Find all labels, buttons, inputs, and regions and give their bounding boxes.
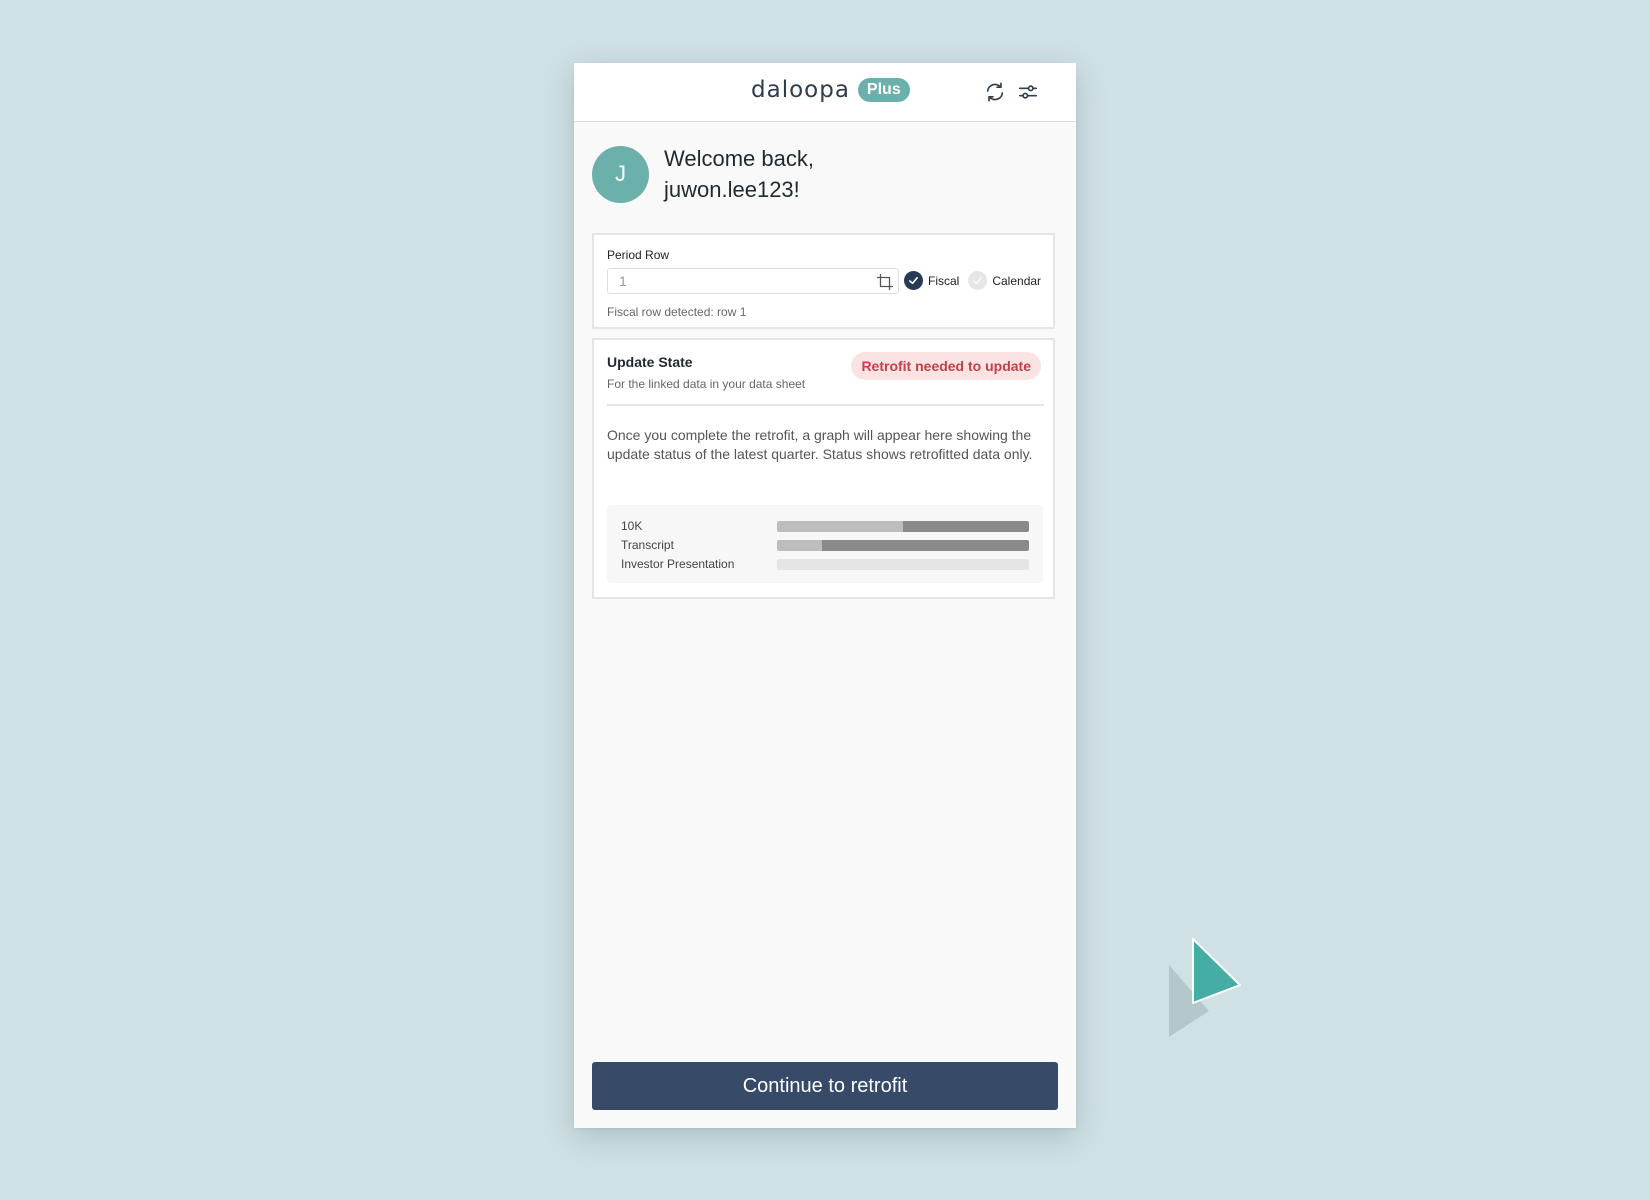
username: juwon.lee123! [664, 177, 800, 202]
calendar-label[interactable]: Calendar [992, 274, 1041, 288]
period-row-input[interactable] [617, 272, 871, 290]
update-state-subtitle: For the linked data in your data sheet [607, 377, 806, 391]
source-bar-track [777, 520, 1029, 532]
period-row-card: Period Row Fiscal Calendar Fiscal row d [592, 233, 1055, 329]
fiscal-radio[interactable] [904, 271, 923, 290]
brand-logo: daloopa Plus [751, 77, 910, 103]
period-row-label: Period Row [607, 248, 670, 262]
settings-sliders-icon [1018, 85, 1038, 99]
settings-button[interactable] [1015, 79, 1041, 105]
check-icon [973, 276, 983, 285]
continue-to-retrofit-button[interactable]: Continue to retrofit [592, 1062, 1058, 1110]
bar-updated-segment [822, 539, 1029, 551]
mouse-pointer-icon [1169, 938, 1241, 1037]
calendar-radio[interactable] [968, 271, 988, 290]
refresh-icon [986, 82, 1004, 102]
source-row: Investor Presentation [621, 555, 1029, 573]
source-bar-track [777, 539, 1029, 551]
status-badge: Retrofit needed to update [851, 352, 1041, 380]
source-label: 10K [621, 519, 643, 533]
source-row: 10K [621, 517, 1029, 535]
plan-badge: Plus [857, 78, 910, 102]
update-state-card: Update State For the linked data in your… [592, 338, 1055, 599]
calendar-type-options: Fiscal Calendar [904, 271, 1045, 290]
avatar[interactable]: J [592, 145, 649, 203]
addin-panel: daloopa Plus J Welcome back, juwon.lee12… [574, 63, 1076, 1128]
crop-icon[interactable] [876, 273, 894, 291]
bar-updated-segment [903, 520, 1029, 532]
source-bar-track [777, 558, 1029, 570]
check-icon [909, 276, 918, 285]
bar-retrofitted-segment [777, 520, 903, 532]
divider [607, 404, 1044, 406]
source-row: Transcript [621, 536, 1029, 554]
period-row-field [607, 268, 899, 294]
top-bar: daloopa Plus [574, 63, 1076, 122]
welcome-line: Welcome back, [664, 146, 814, 171]
fiscal-label[interactable]: Fiscal [928, 274, 959, 288]
refresh-button[interactable] [982, 79, 1008, 105]
bar-retrofitted-segment [777, 539, 823, 551]
source-label: Investor Presentation [621, 557, 735, 571]
welcome-section: J Welcome back, juwon.lee123! [592, 143, 814, 205]
source-status-bars: 10K Transcript Investor Presentation [607, 505, 1043, 583]
update-state-description: Once you complete the retrofit, a graph … [607, 427, 1033, 462]
logo-wordmark: daloopa [751, 77, 850, 103]
welcome-message: Welcome back, juwon.lee123! [664, 143, 814, 205]
update-state-title: Update State [607, 354, 693, 370]
source-label: Transcript [621, 538, 674, 552]
fiscal-row-hint: Fiscal row detected: row 1 [607, 305, 747, 319]
